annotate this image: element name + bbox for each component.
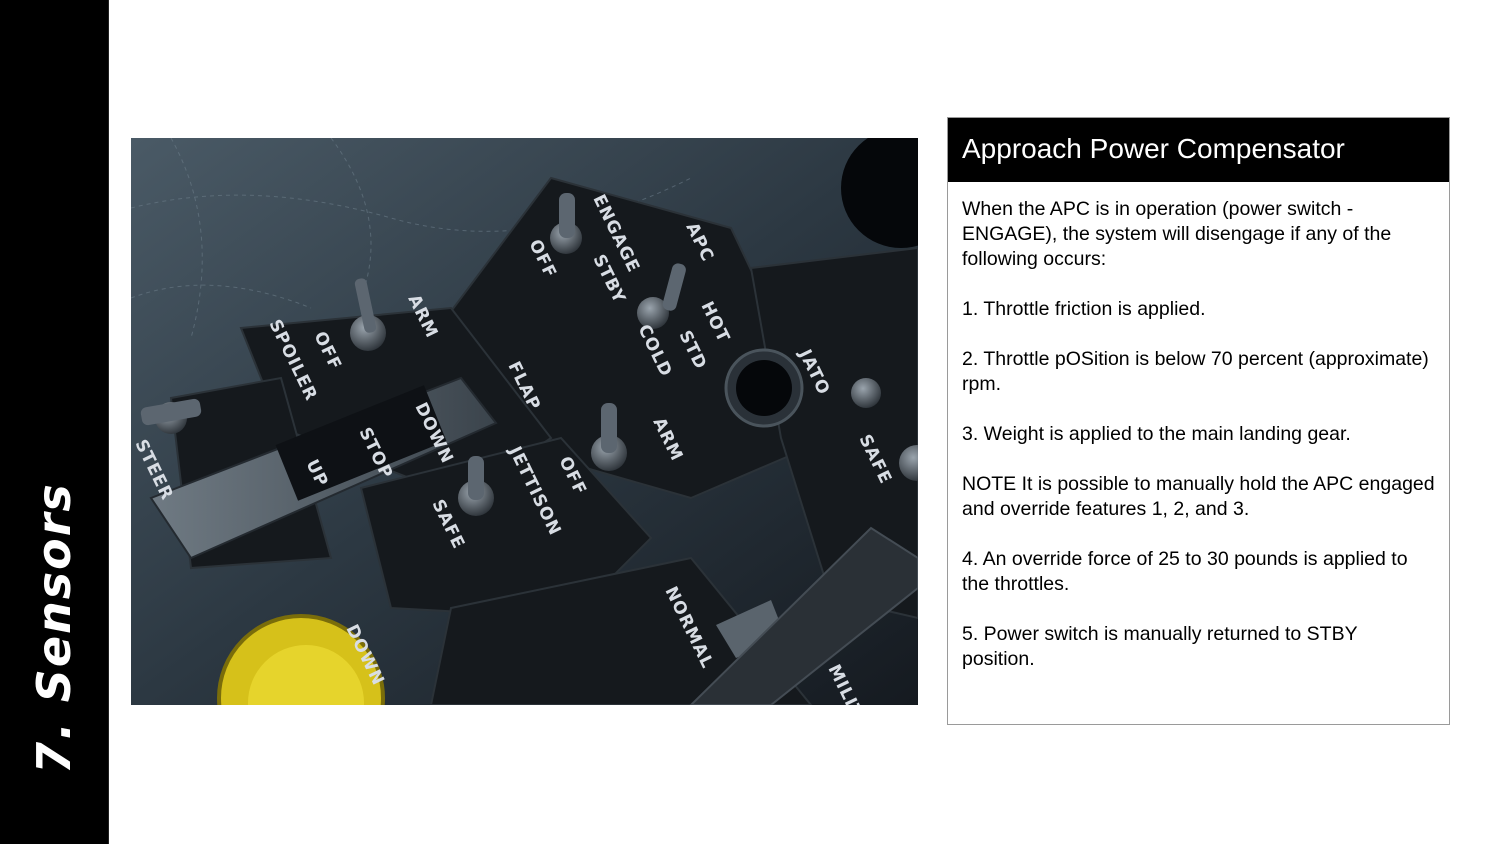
list-item-2: 2. Throttle pOSition is below 70 percent… xyxy=(962,348,1429,395)
list-item-3: 3. Weight is applied to the main landing… xyxy=(962,423,1351,445)
section-title: 7. Sensors xyxy=(27,482,81,774)
intro-text: When the APC is in operation (power swit… xyxy=(962,198,1392,270)
list-item-1: 1. Throttle friction is applied. xyxy=(962,298,1206,320)
note-text: NOTE It is possible to manually hold the… xyxy=(962,473,1435,520)
cockpit-panel-image: APC ENGAGE OFF STBY HOT STD COLD ARM OFF… xyxy=(131,138,918,705)
list-item-4: 4. An override force of 25 to 30 pounds … xyxy=(962,548,1408,595)
info-panel: Approach Power Compensator When the APC … xyxy=(947,117,1450,725)
panel-body: When the APC is in operation (power swit… xyxy=(948,182,1449,672)
list-item-5: 5. Power switch is manually returned to … xyxy=(962,623,1358,670)
panel-title: Approach Power Compensator xyxy=(948,118,1449,182)
sidebar: 7. Sensors xyxy=(0,0,109,844)
